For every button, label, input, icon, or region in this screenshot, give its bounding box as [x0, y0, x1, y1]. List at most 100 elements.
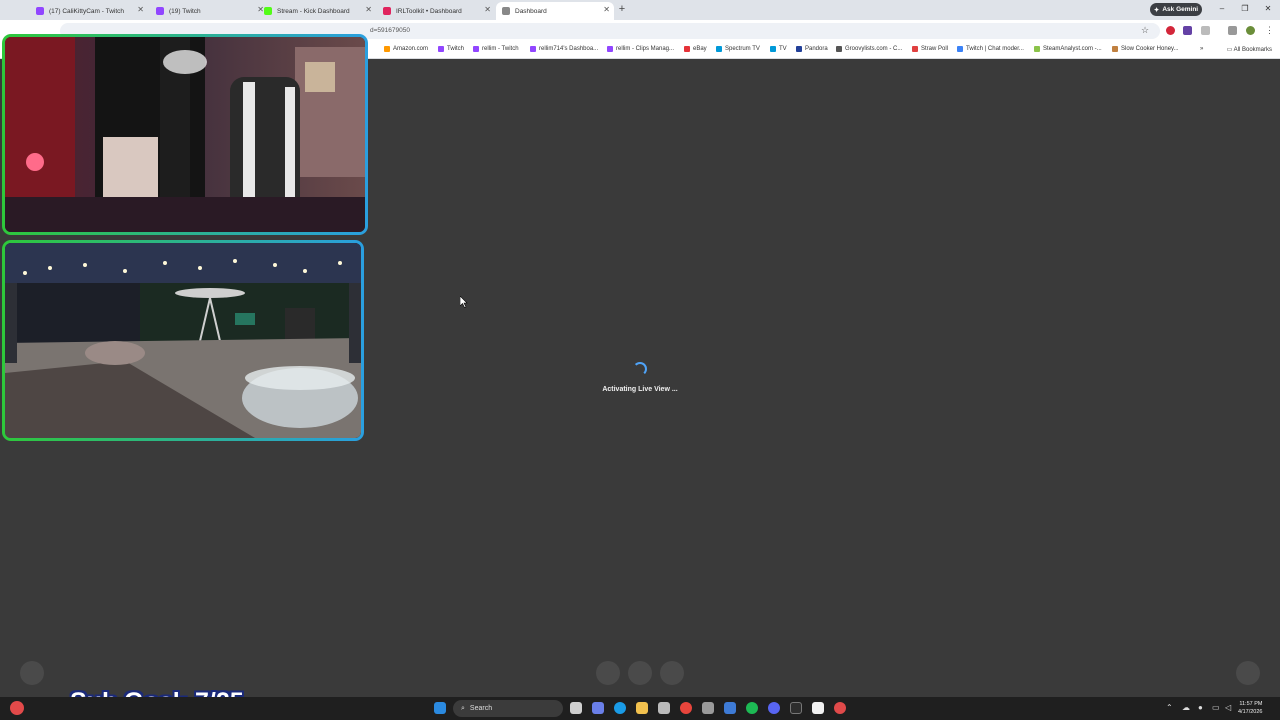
store-icon[interactable] — [658, 702, 670, 714]
spotify-icon[interactable] — [746, 702, 758, 714]
cloud-icon[interactable]: ☁ — [1182, 703, 1190, 712]
player-control-button[interactable] — [20, 661, 44, 685]
copilot-icon[interactable] — [592, 702, 604, 714]
twitch-icon — [36, 7, 44, 15]
search-label: Search — [469, 705, 493, 712]
file-explorer-icon[interactable] — [636, 702, 648, 714]
taskbar-search-box[interactable]: ⌕ Search — [453, 700, 563, 717]
play-icon — [770, 46, 776, 52]
close-icon[interactable]: ✕ — [137, 5, 144, 14]
profile-avatar[interactable] — [1246, 26, 1255, 35]
speaker-icon[interactable]: ◁ — [1225, 703, 1231, 712]
bookmark-item[interactable]: rellim - Twitch — [473, 46, 519, 52]
indoor-camera-feed — [2, 34, 368, 235]
app-icon[interactable] — [834, 702, 846, 714]
kick-icon — [264, 7, 272, 15]
bookmark-item[interactable]: Groovylists.com - C... — [836, 46, 902, 52]
tab-title: IRLToolkit • Dashboard — [396, 7, 462, 15]
chevron-up-icon[interactable]: ⌃ — [1166, 703, 1173, 712]
taskbar-clock[interactable]: 11:57 PM 4/17/2026 — [1238, 700, 1262, 716]
tab-kick-dashboard[interactable]: Stream - Kick Dashboard ✕ — [258, 2, 376, 20]
tab-irltoolkit[interactable]: IRLToolkit • Dashboard ✕ — [377, 2, 495, 20]
close-icon[interactable]: ✕ — [365, 5, 372, 14]
browser-tab-bar: (17) CaliKittyCam - Twitch ✕ (19) Twitch… — [0, 0, 1280, 20]
tab-twitch[interactable]: (19) Twitch ✕ — [150, 2, 268, 20]
widgets-icon[interactable] — [10, 701, 24, 715]
player-control-button[interactable] — [628, 661, 652, 685]
dashboard-icon — [502, 7, 510, 15]
ask-gemini-button[interactable]: ✦ Ask Gemini — [1150, 3, 1202, 16]
bookmark-label: rellim - Clips Manag... — [616, 46, 675, 52]
microphone-icon[interactable]: ● — [1198, 703, 1203, 712]
recipe-icon — [1112, 46, 1118, 52]
new-tab-button[interactable]: + — [616, 3, 628, 15]
terminal-icon[interactable] — [790, 702, 802, 714]
bookmark-label: Pandora — [805, 46, 828, 52]
extension-icon[interactable] — [1166, 26, 1175, 35]
extensions-puzzle-icon[interactable] — [1201, 26, 1210, 35]
patio-camera-feed — [2, 240, 364, 441]
bookmark-label: Groovylists.com - C... — [845, 46, 903, 52]
bookmark-item[interactable]: Straw Poll — [912, 46, 948, 52]
bookmark-item[interactable]: Twitch | Chat moder... — [957, 46, 1024, 52]
windows-taskbar: ⌕ Search ⌃ ☁ ● ▭ ◁ 11:57 PM 4/17/2026 — [0, 697, 1280, 720]
patio-camera-image — [5, 243, 361, 438]
bookmark-label: Slow Cooker Honey... — [1121, 46, 1179, 52]
more-bookmarks-button[interactable]: » — [1200, 46, 1203, 52]
tab-title: Stream - Kick Dashboard — [277, 7, 350, 15]
bookmark-item[interactable]: Slow Cooker Honey... — [1112, 46, 1179, 52]
extension-icon[interactable] — [1183, 26, 1192, 35]
sidepanel-icon[interactable] — [1228, 26, 1237, 35]
tab-title: (19) Twitch — [169, 7, 201, 15]
obs-icon[interactable] — [812, 702, 824, 714]
bookmark-item[interactable]: rellim714's Dashboa... — [530, 46, 598, 52]
bookmark-label: Straw Poll — [921, 46, 949, 52]
player-control-button[interactable] — [660, 661, 684, 685]
ask-gemini-label: Ask Gemini — [1162, 6, 1199, 13]
clock-time: 11:57 PM — [1239, 701, 1263, 707]
star-icon[interactable]: ☆ — [1141, 25, 1149, 36]
bookmark-item[interactable]: Amazon.com — [384, 46, 428, 52]
irltoolkit-icon — [383, 7, 391, 15]
twitch-icon — [530, 46, 536, 52]
edge-icon[interactable] — [614, 702, 626, 714]
bookmark-label: Spectrum TV — [725, 46, 760, 52]
clock-date: 4/17/2026 — [1238, 709, 1263, 715]
folder-icon: ▭ — [1226, 47, 1234, 53]
bookmark-item[interactable]: TV — [770, 46, 787, 52]
url-text: d=591679050 — [370, 27, 410, 34]
windows-start-icon[interactable] — [434, 702, 446, 714]
sparkle-icon: ✦ — [1153, 6, 1160, 14]
bookmark-item[interactable]: Twitch — [438, 46, 464, 52]
strawpoll-icon — [912, 46, 918, 52]
bookmark-item[interactable]: rellim - Clips Manag... — [607, 46, 674, 52]
tab-calikittycam[interactable]: (17) CaliKittyCam - Twitch ✕ — [30, 2, 148, 20]
bookmark-item[interactable]: SteamAnalyst.com -... — [1034, 46, 1102, 52]
bookmark-item[interactable]: Pandora — [796, 46, 828, 52]
chrome-icon[interactable] — [680, 702, 692, 714]
app-icon[interactable] — [724, 702, 736, 714]
close-icon[interactable]: ✕ — [603, 5, 610, 14]
all-bookmarks-button[interactable]: ▭ All Bookmarks — [1227, 46, 1272, 53]
task-view-icon[interactable] — [570, 702, 582, 714]
bookmark-item[interactable]: eBay — [684, 46, 707, 52]
monitor-icon[interactable]: ▭ — [1212, 703, 1220, 712]
twitch-icon — [607, 46, 613, 52]
twitch-icon — [156, 7, 164, 15]
player-control-button[interactable] — [596, 661, 620, 685]
restore-button[interactable]: ❐ — [1235, 3, 1255, 15]
minimize-button[interactable]: – — [1212, 3, 1232, 15]
menu-icon[interactable]: ⋮ — [1265, 25, 1274, 36]
steamanalyst-icon — [1034, 46, 1040, 52]
search-icon: ⌕ — [461, 704, 465, 712]
close-window-button[interactable]: ✕ — [1258, 3, 1278, 15]
close-icon[interactable]: ✕ — [484, 5, 491, 14]
amazon-icon — [384, 46, 390, 52]
tab-dashboard[interactable]: Dashboard ✕ — [496, 2, 614, 20]
bookmark-item[interactable]: Spectrum TV — [716, 46, 760, 52]
twitch-icon — [957, 46, 963, 52]
discord-icon[interactable] — [768, 702, 780, 714]
player-control-button[interactable] — [1236, 661, 1260, 685]
app-icon[interactable] — [702, 702, 714, 714]
loading-spinner-icon — [633, 362, 647, 376]
